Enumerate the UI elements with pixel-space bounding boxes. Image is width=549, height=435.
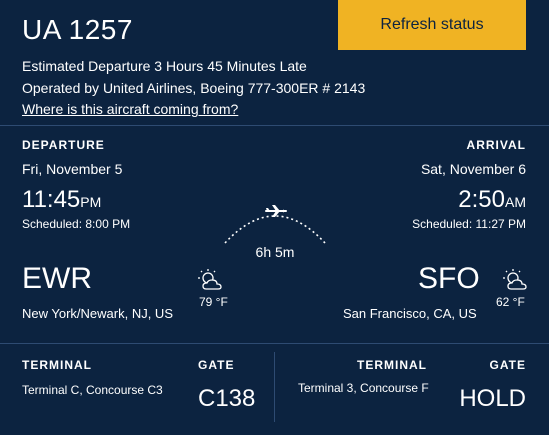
departure-airport-code: EWR (22, 262, 92, 295)
column-separator (274, 352, 275, 422)
divider (0, 343, 549, 344)
partly-cloudy-icon (503, 269, 529, 296)
flight-duration: 6h 5m (255, 244, 295, 260)
arrival-date: Sat, November 6 (420, 161, 526, 177)
arrival-time-ampm: AM (505, 194, 526, 210)
refresh-status-button[interactable]: Refresh status (338, 0, 526, 50)
arrival-airport-code: SFO (418, 262, 480, 295)
arrival-gate-heading: GATE (489, 358, 526, 372)
departure-date: Fri, November 5 (22, 161, 123, 177)
departure-temperature: 79 °F (199, 295, 228, 309)
departure-terminal-heading: TERMINAL (22, 358, 92, 372)
departure-city: New York/Newark, NJ, US (22, 306, 173, 321)
departure-heading: DEPARTURE (22, 138, 105, 152)
departure-terminal: Terminal C, Concourse C3 (22, 383, 163, 397)
departure-time-value: 11:45 (22, 186, 81, 213)
arrival-time: 2:50AM (458, 186, 526, 214)
arrival-scheduled: Scheduled: 11:27 PM (412, 217, 526, 231)
estimated-departure-text: Estimated Departure 3 Hours 45 Minutes L… (22, 58, 307, 74)
arrival-temperature: 62 °F (496, 295, 525, 309)
divider (0, 125, 549, 126)
arrival-terminal: Terminal 3, Concourse F (298, 381, 429, 395)
departure-scheduled: Scheduled: 8:00 PM (22, 217, 131, 231)
arrival-city: San Francisco, CA, US (343, 306, 477, 321)
departure-gate: C138 (198, 385, 256, 412)
operated-by-text: Operated by United Airlines, Boeing 777-… (22, 80, 366, 96)
aircraft-origin-link[interactable]: Where is this aircraft coming from? (22, 101, 238, 117)
airplane-icon (265, 204, 287, 223)
partly-cloudy-icon (198, 269, 224, 296)
arrival-heading: ARRIVAL (466, 138, 526, 152)
arrival-time-value: 2:50 (458, 186, 505, 213)
departure-gate-heading: GATE (198, 358, 235, 372)
arrival-gate: HOLD (459, 385, 526, 412)
arrival-terminal-heading: TERMINAL (357, 358, 427, 372)
flight-number: UA 1257 (22, 14, 133, 45)
departure-time: 11:45PM (22, 186, 101, 214)
departure-time-ampm: PM (80, 194, 102, 210)
